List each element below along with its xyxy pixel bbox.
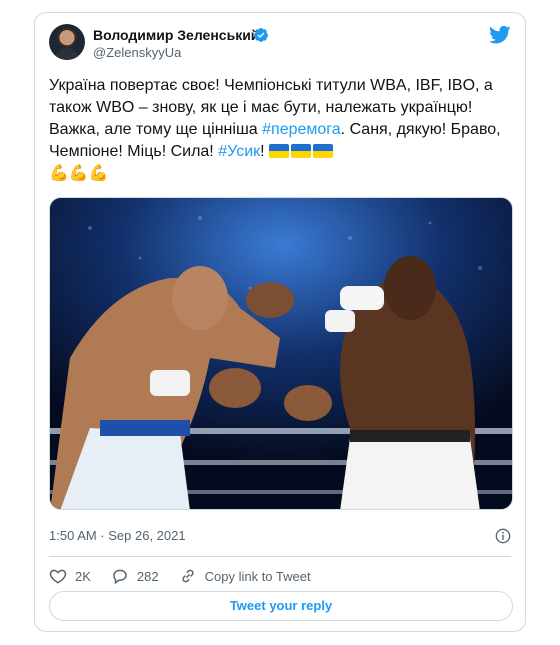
reply-count-button[interactable]: 282: [111, 567, 159, 585]
hashtag-link[interactable]: #Усик: [218, 143, 260, 160]
reply-icon: [113, 569, 127, 585]
author-display-name[interactable]: Володимир Зеленський: [93, 27, 259, 43]
twitter-bird-icon[interactable]: [489, 25, 511, 45]
tweet-your-reply-button[interactable]: Tweet your reply: [49, 591, 513, 621]
heart-icon: [49, 569, 67, 584]
tweet-photo[interactable]: [49, 197, 513, 510]
ukraine-flag-emoji: [269, 143, 335, 160]
boxing-photo-image: [50, 198, 512, 509]
verified-icon: [254, 28, 268, 42]
tweet-text: Україна повертає своє! Чемпіонські титул…: [49, 75, 511, 185]
avatar[interactable]: [49, 24, 85, 60]
hashtag-link[interactable]: #перемога: [262, 121, 341, 138]
tweet-timestamp[interactable]: 1:50 AM · Sep 26, 2021: [49, 528, 186, 543]
tweet-card: Володимир Зеленський @ZelenskyyUa Україн…: [34, 12, 526, 632]
link-icon: [181, 569, 194, 583]
like-button[interactable]: 2K: [49, 567, 91, 585]
info-icon[interactable]: [495, 528, 511, 544]
flexed-biceps-emoji: 💪💪💪: [49, 165, 109, 182]
like-count: 2K: [75, 568, 91, 584]
reply-count: 282: [136, 568, 159, 584]
divider: [49, 556, 511, 557]
copy-link-button[interactable]: Copy link to Tweet: [179, 567, 311, 585]
tweet-actions: 2K 282 Copy link to Tweet: [49, 566, 331, 586]
tweet-text-part: !: [260, 143, 270, 160]
copy-link-label: Copy link to Tweet: [204, 568, 311, 584]
author-handle[interactable]: @ZelenskyyUa: [93, 45, 181, 60]
